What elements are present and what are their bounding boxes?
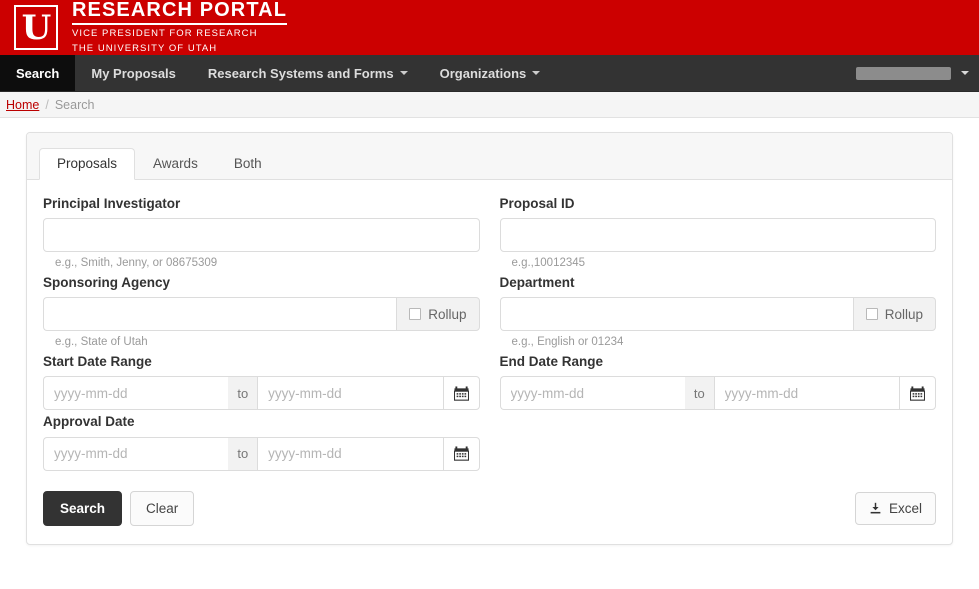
department-rollup-toggle[interactable]: Rollup	[852, 297, 936, 332]
department-rollup-label: Rollup	[884, 306, 923, 322]
form-grid-spacer	[500, 414, 937, 474]
breadcrumb-home-link[interactable]: Home	[6, 98, 39, 112]
nav-item-organizations[interactable]: Organizations	[424, 55, 557, 91]
tab-proposals-label: Proposals	[57, 155, 118, 171]
tab-bar: Proposals Awards Both	[27, 133, 952, 180]
sponsoring-agency-input[interactable]	[43, 297, 397, 332]
end-date-separator: to	[684, 376, 714, 411]
nav-items: Search My Proposals Research Systems and…	[0, 55, 556, 91]
calendar-icon	[910, 386, 925, 401]
approval-date-label: Approval Date	[43, 414, 135, 430]
sponsoring-agency-input-group: Rollup	[43, 297, 480, 332]
proposal-id-help: e.g.,10012345	[511, 257, 586, 270]
start-date-to-input[interactable]	[257, 376, 443, 411]
tab-awards-label: Awards	[153, 155, 198, 171]
wordmark: RESEARCH PORTAL VICE PRESIDENT FOR RESEA…	[72, 0, 288, 55]
breadcrumb-current: Search	[54, 97, 95, 112]
form-actions: Search Clear Excel	[43, 490, 936, 527]
portal-subtitle-2: THE UNIVERSITY OF UTAH	[72, 43, 218, 54]
field-proposal-id: Proposal ID e.g.,10012345	[499, 196, 936, 271]
user-menu[interactable]	[856, 55, 969, 91]
department-input-group: Rollup	[499, 297, 936, 332]
sponsoring-agency-help: e.g., State of Utah	[55, 336, 148, 349]
site-logo[interactable]: U RESEARCH PORTAL VICE PRESIDENT FOR RES…	[14, 0, 288, 55]
department-input[interactable]	[499, 297, 853, 332]
primary-actions: Search Clear	[43, 490, 195, 527]
approval-date-group: to	[43, 436, 480, 471]
nav-item-my-proposals[interactable]: My Proposals	[75, 55, 192, 91]
university-u-icon: U	[14, 5, 58, 50]
end-date-from-input[interactable]	[499, 376, 685, 411]
chevron-down-icon	[532, 71, 541, 75]
page-content: Proposals Awards Both Principal Investig…	[0, 118, 979, 546]
download-icon	[870, 502, 881, 514]
search-form: Principal Investigator e.g., Smith, Jenn…	[27, 180, 952, 544]
checkbox-icon[interactable]	[865, 308, 878, 321]
calendar-icon	[453, 446, 469, 461]
sponsoring-agency-label: Sponsoring Agency	[43, 275, 171, 291]
start-date-from-input[interactable]	[43, 376, 229, 411]
tab-proposals[interactable]: Proposals	[39, 147, 136, 180]
checkbox-icon[interactable]	[409, 308, 422, 321]
start-date-range-group: to	[43, 376, 480, 411]
principal-investigator-help: e.g., Smith, Jenny, or 08675309	[55, 257, 218, 270]
department-help: e.g., English or 01234	[511, 336, 624, 349]
department-label: Department	[499, 275, 575, 291]
approval-date-separator: to	[228, 436, 258, 471]
end-date-to-input[interactable]	[713, 376, 899, 411]
start-date-calendar-button[interactable]	[442, 376, 480, 411]
sponsoring-agency-rollup-label: Rollup	[428, 306, 467, 322]
start-date-separator: to	[228, 376, 258, 411]
nav-item-research-systems-and-forms[interactable]: Research Systems and Forms	[192, 55, 424, 91]
field-sponsoring-agency: Sponsoring Agency Rollup e.g., State of …	[43, 275, 480, 350]
tab-awards[interactable]: Awards	[135, 148, 216, 181]
breadcrumb-separator: /	[45, 97, 49, 112]
sponsoring-agency-rollup-toggle[interactable]: Rollup	[396, 297, 480, 332]
approval-date-calendar-button[interactable]	[442, 436, 480, 471]
approval-date-from-input[interactable]	[43, 436, 229, 471]
excel-export-label: Excel	[888, 500, 922, 516]
proposal-id-label: Proposal ID	[499, 196, 575, 211]
tab-both[interactable]: Both	[216, 148, 280, 181]
clear-button[interactable]: Clear	[130, 490, 195, 527]
field-approval-date: Approval Date to	[43, 414, 480, 471]
search-panel: Proposals Awards Both Principal Investig…	[26, 132, 953, 546]
field-end-date-range: End Date Range to	[499, 354, 936, 411]
start-date-range-label: Start Date Range	[43, 354, 152, 370]
u-letter: U	[21, 7, 52, 48]
user-name-redacted	[856, 66, 951, 80]
end-date-range-label: End Date Range	[499, 354, 604, 370]
nav-item-organizations-label: Organizations	[439, 65, 527, 81]
principal-investigator-label: Principal Investigator	[43, 196, 181, 211]
end-date-range-group: to	[499, 376, 936, 411]
portal-title: RESEARCH PORTAL	[72, 0, 288, 25]
proposal-id-input[interactable]	[499, 218, 936, 253]
chevron-down-icon	[961, 71, 969, 75]
search-button[interactable]: Search	[43, 490, 123, 527]
excel-export-button[interactable]: Excel	[854, 491, 936, 526]
nav-item-research-systems-label: Research Systems and Forms	[207, 65, 394, 81]
end-date-calendar-button[interactable]	[899, 376, 936, 411]
nav-item-search[interactable]: Search	[0, 55, 76, 91]
calendar-icon	[453, 386, 469, 401]
approval-date-to-input[interactable]	[257, 436, 443, 471]
tab-both-label: Both	[233, 155, 262, 171]
form-grid: Principal Investigator e.g., Smith, Jenn…	[43, 196, 936, 475]
field-principal-investigator: Principal Investigator e.g., Smith, Jenn…	[43, 196, 480, 271]
field-start-date-range: Start Date Range to	[43, 354, 480, 411]
chevron-down-icon	[399, 71, 408, 75]
principal-investigator-input[interactable]	[43, 218, 480, 253]
nav-item-my-proposals-label: My Proposals	[91, 65, 176, 81]
nav-item-search-label: Search	[16, 65, 60, 81]
portal-subtitle-1: VICE PRESIDENT FOR RESEARCH	[72, 27, 258, 39]
breadcrumb: Home / Search	[0, 92, 979, 118]
field-department: Department Rollup e.g., English or 01234	[499, 275, 936, 350]
masthead: U RESEARCH PORTAL VICE PRESIDENT FOR RES…	[0, 0, 979, 55]
main-navigation: Search My Proposals Research Systems and…	[0, 55, 979, 92]
